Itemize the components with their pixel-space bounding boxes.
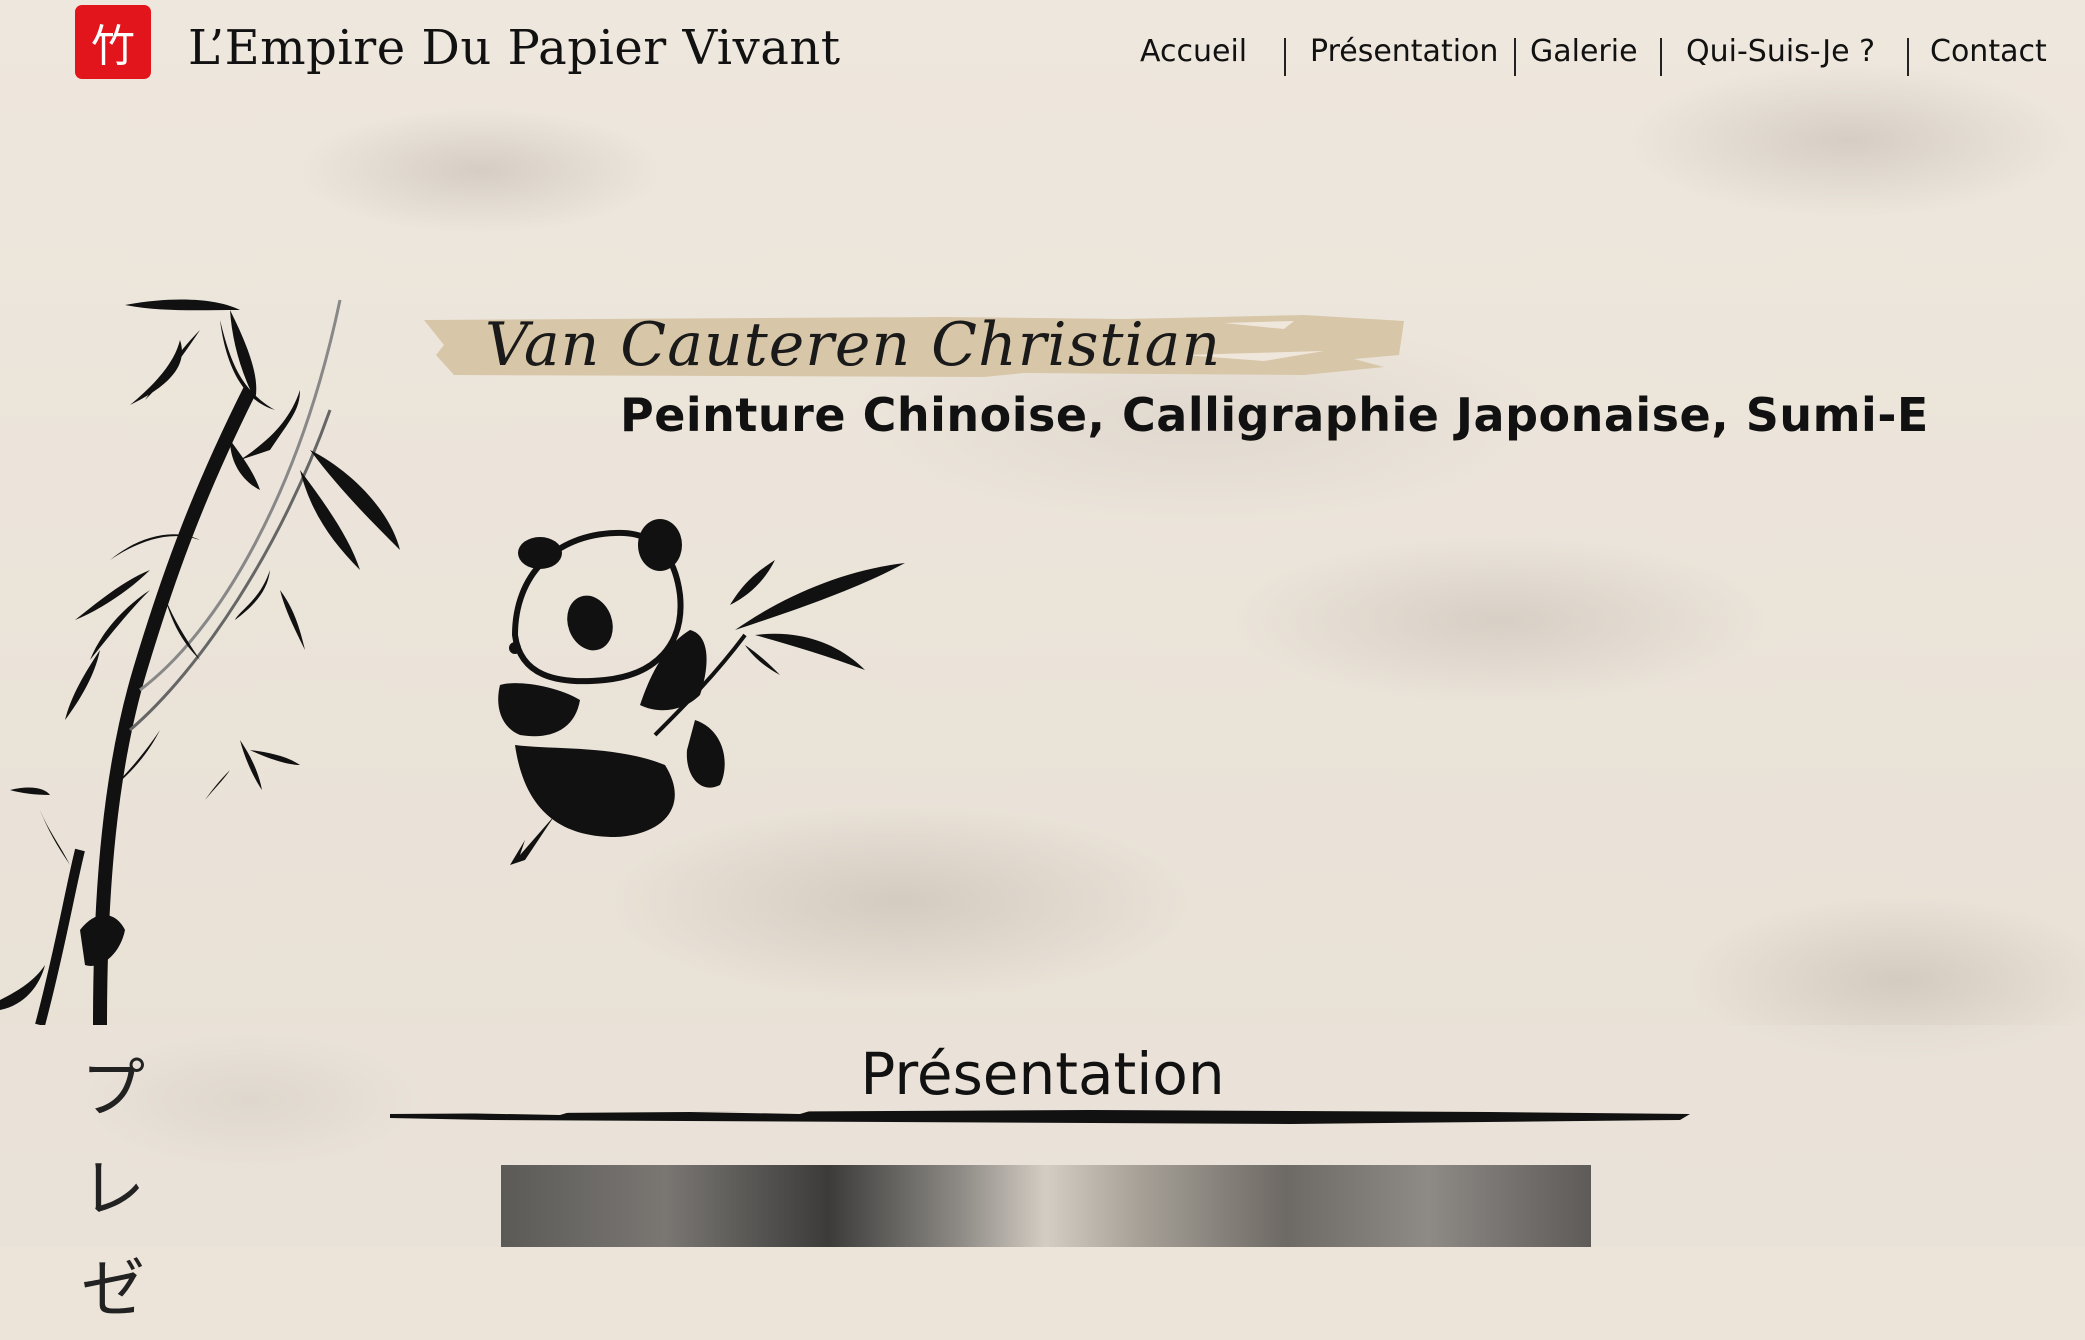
nav-item-qui-suis-je[interactable]: Qui-Suis-Je ? xyxy=(1686,34,1875,69)
site-title[interactable]: L’Empire Du Papier Vivant xyxy=(188,20,841,76)
brush-underline xyxy=(390,1110,1690,1124)
bamboo-illustration xyxy=(0,299,400,1025)
nav-item-presentation[interactable]: Présentation xyxy=(1310,34,1498,69)
presentation-photo xyxy=(501,1165,1591,1247)
nav-item-accueil[interactable]: Accueil xyxy=(1140,34,1247,69)
panda-illustration xyxy=(498,519,905,865)
katakana-char: ゼ xyxy=(81,1253,145,1327)
nav-separator xyxy=(1514,38,1516,76)
section-title: Présentation xyxy=(860,1040,1225,1108)
bamboo-kanji-logo-glyph: 竹 xyxy=(91,21,135,72)
main-nav: Accueil Présentation Galerie Qui-Suis-Je… xyxy=(1120,34,2060,78)
nav-item-galerie[interactable]: Galerie xyxy=(1530,34,1638,69)
nav-item-contact[interactable]: Contact xyxy=(1930,34,2047,69)
nav-separator xyxy=(1907,38,1909,76)
site-logo[interactable]: 竹 xyxy=(75,5,151,79)
katakana-char: レ xyxy=(81,1153,145,1227)
nav-separator xyxy=(1660,38,1662,76)
nav-separator xyxy=(1284,38,1286,76)
artist-disciplines: Peinture Chinoise, Calligraphie Japonais… xyxy=(620,388,1929,442)
artist-name: Van Cauteren Christian xyxy=(485,310,1222,380)
